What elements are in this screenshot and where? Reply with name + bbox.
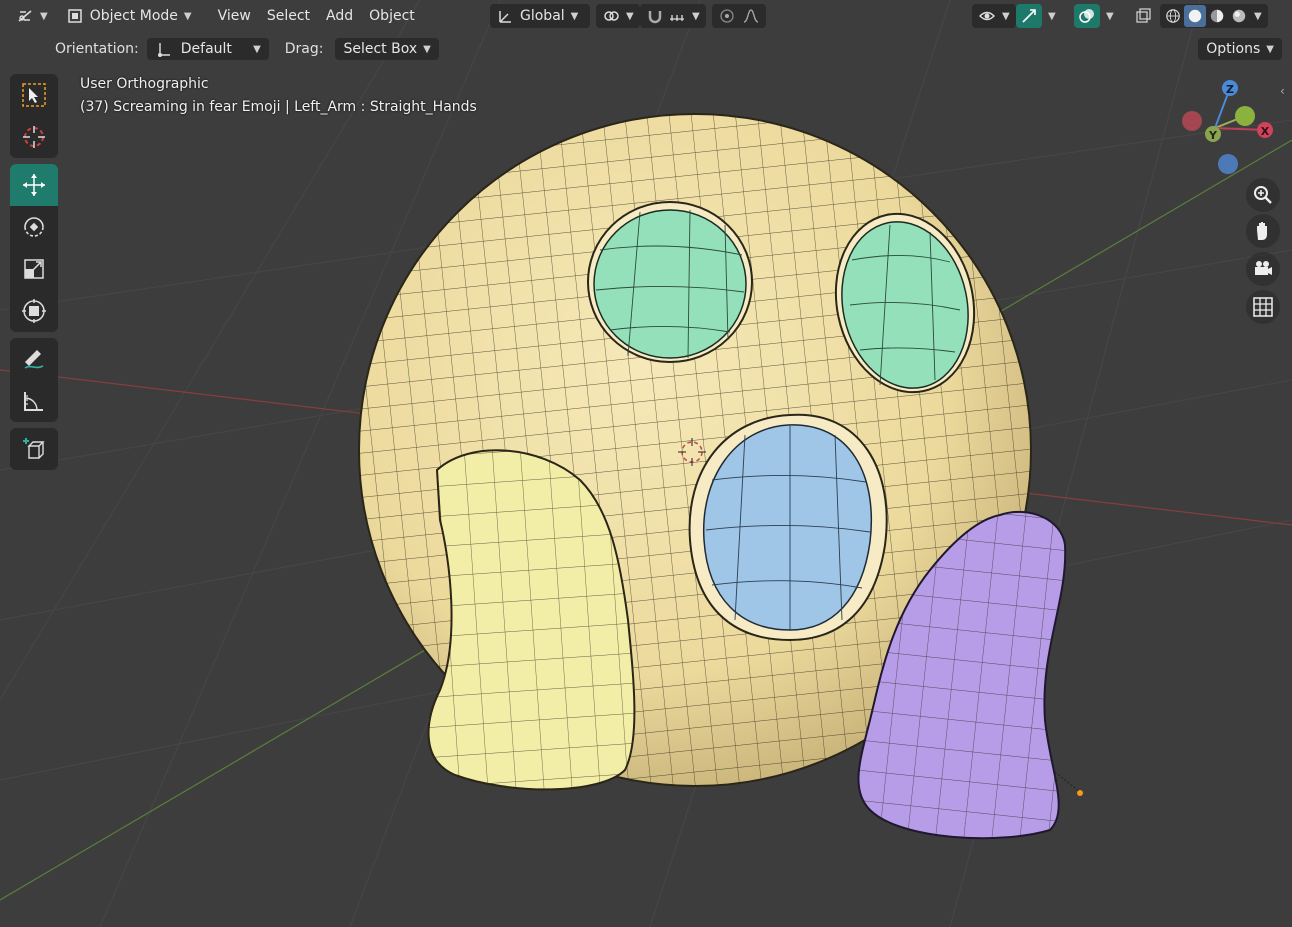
editor-type-icon [16,7,34,25]
editor-type-button[interactable]: ▼ [10,4,54,28]
proportional-editing-toggle[interactable] [712,4,766,28]
tool-annotate[interactable] [10,338,58,380]
transform-orientation-label: Global [520,8,565,24]
orientation-label: Orientation: [55,41,139,57]
magnet-icon [646,7,664,25]
falloff-icon [742,7,760,25]
snap-toggle[interactable]: ▼ [640,4,706,28]
pan-button[interactable] [1246,214,1280,248]
tool-scale[interactable] [10,248,58,290]
gizmo-z-label: Z [1226,83,1234,96]
orientation-default-icon [155,40,173,58]
pivot-point-dropdown[interactable]: ▼ [596,4,640,28]
menu-view[interactable]: View [210,4,259,28]
orientation-dropdown[interactable]: Default ▼ [146,38,269,60]
tool-group-transform [10,164,58,332]
header-menus: View Select Add Object [210,4,423,28]
measure-icon [24,392,43,411]
shading-dropdown[interactable]: ▼ [1254,11,1262,22]
tool-cursor[interactable] [10,116,58,158]
menu-add[interactable]: Add [318,4,361,28]
3d-viewport[interactable]: Z Y X [0,0,1292,927]
mouth-mesh[interactable] [688,413,888,642]
overlays-toggle[interactable] [1074,4,1100,28]
select-box-icon [22,83,46,107]
zoom-icon [1254,186,1272,204]
camera-view-button[interactable] [1246,252,1280,286]
overlays-icon [1078,7,1096,25]
proportional-edit-icon [718,7,736,25]
move-icon [23,174,45,196]
object-info-text: (37) Screaming in fear Emoji | Left_Arm … [80,99,477,115]
left-eye-mesh[interactable] [587,201,753,363]
rendered-shading-button[interactable] [1228,5,1250,27]
gizmo-y-label: Y [1208,129,1218,142]
orientation-icon [496,7,514,25]
grid-icon [1253,297,1273,317]
gizmo-x-label: X [1261,125,1270,138]
tool-select-box[interactable] [10,74,58,116]
tool-move[interactable] [10,164,58,206]
material-shading-button[interactable] [1206,5,1228,27]
overlays-toggle-group: ▼ [1074,4,1114,28]
tool-rotate[interactable] [10,206,58,248]
tool-settings-bar: Orientation: Default ▼ Drag: Select Box … [0,36,1292,62]
tool-group-add [10,428,58,470]
annotate-icon [24,350,44,369]
scale-icon [24,259,44,279]
viewport-header: ▼ Object Mode ▼ View Select Add Object G… [0,0,1292,32]
object-visibility-dropdown[interactable]: ▼ [972,4,1016,28]
pivot-icon [602,7,620,25]
menu-object[interactable]: Object [361,4,423,28]
gizmo-toggle[interactable] [1016,4,1042,28]
perspective-toggle-button[interactable] [1246,290,1280,324]
shading-mode-group: ▼ [1160,4,1268,28]
options-dropdown[interactable]: Options ▼ [1198,38,1282,60]
blender-window: Z Y X ▼ Object Mode ▼ View Select Add Ob… [0,0,1292,927]
tool-group-select [10,74,58,158]
orientation-value: Default [180,41,232,57]
overlays-dropdown[interactable]: ▼ [1106,11,1114,22]
wireframe-shading-button[interactable] [1162,5,1184,27]
camera-icon [1255,261,1272,275]
gizmo-arrow-icon [1020,7,1038,25]
xray-toggle[interactable] [1128,4,1158,28]
hand-pan-icon [1257,222,1267,240]
gizmo-dropdown[interactable]: ▼ [1048,11,1056,22]
tool-add-cube[interactable] [10,428,58,470]
tool-transform[interactable] [10,290,58,332]
options-label: Options [1206,41,1261,57]
cursor-icon [23,126,45,148]
gizmos-toggle-group: ▼ [1016,4,1056,28]
menu-select[interactable]: Select [259,4,318,28]
snap-increment-icon [668,7,686,25]
object-mode-icon [66,7,84,25]
drag-dropdown[interactable]: Select Box ▼ [335,38,439,60]
zoom-button[interactable] [1246,178,1280,212]
mode-label: Object Mode [89,8,178,24]
solid-shading-button[interactable] [1184,5,1206,27]
mode-dropdown[interactable]: Object Mode ▼ [60,4,198,28]
sidebar-toggle-icon[interactable]: ‹ [1280,84,1285,98]
tool-measure[interactable] [10,380,58,422]
xray-icon [1134,7,1152,25]
object-origin-icon [1077,790,1083,796]
rotate-icon [24,217,44,237]
transform-icon [22,299,46,323]
drag-label: Drag: [284,41,324,57]
view-name: User Orthographic [80,76,209,92]
tool-group-annotate [10,338,58,422]
drag-value: Select Box [343,41,418,57]
add-cube-icon [23,438,45,459]
eye-visibility-icon [978,7,996,25]
tool-shelf [10,74,58,476]
transform-orientation-dropdown[interactable]: Global ▼ [490,4,590,28]
